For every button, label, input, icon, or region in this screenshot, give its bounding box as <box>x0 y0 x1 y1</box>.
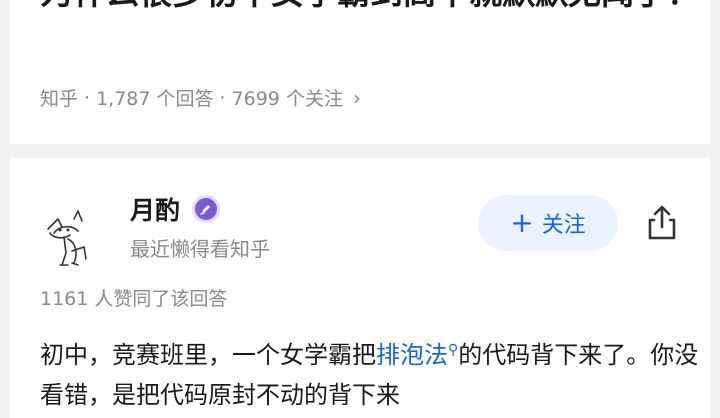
follow-button[interactable]: + 关注 <box>478 195 618 251</box>
answer-content[interactable]: 初中，竞赛班里，一个女学霸把排泡法⚲的代码背下来了。你没看错，是把代码原封不动的… <box>40 330 700 415</box>
answer-count: 1,787 个回答 <box>96 88 214 110</box>
question-card[interactable]: 为什么很多初中女学霸到高中就默默无闻了？ 知乎 · 1,787 个回答 · 76… <box>10 0 710 144</box>
share-icon[interactable] <box>642 203 682 243</box>
likes-count: 1161 人赞同了该回答 <box>40 288 228 310</box>
source-label: 知乎 <box>40 88 79 110</box>
chevron-right-icon[interactable]: › <box>353 86 361 110</box>
question-title[interactable]: 为什么很多初中女学霸到高中就默默无闻了？ <box>40 0 700 19</box>
cat-sketch-avatar-icon <box>47 210 87 266</box>
meta-separator: · <box>219 86 226 109</box>
keyword-link[interactable]: 排泡法 <box>376 341 448 369</box>
author-bio: 最近懒得看知乎 <box>130 237 270 261</box>
question-meta[interactable]: 知乎 · 1,787 个回答 · 7699 个关注 › <box>40 84 361 111</box>
answer-card: 月酌 最近懒得看知乎 + 关注 1161 人赞同了该回答 初中，竞赛班里，一个女… <box>10 158 710 418</box>
search-icon[interactable]: ⚲ <box>448 342 458 358</box>
follow-label: 关注 <box>541 213 586 238</box>
pen-badge-icon <box>192 195 221 223</box>
author-name[interactable]: 月酌 <box>130 191 180 227</box>
meta-separator: · <box>84 86 91 109</box>
plus-icon: + <box>510 206 534 239</box>
content-text: 初中，竞赛班里，一个女学霸把 <box>40 341 376 369</box>
avatar[interactable] <box>38 203 106 271</box>
follower-count: 7699 个关注 <box>231 88 343 110</box>
author-name-row[interactable]: 月酌 <box>130 191 221 227</box>
